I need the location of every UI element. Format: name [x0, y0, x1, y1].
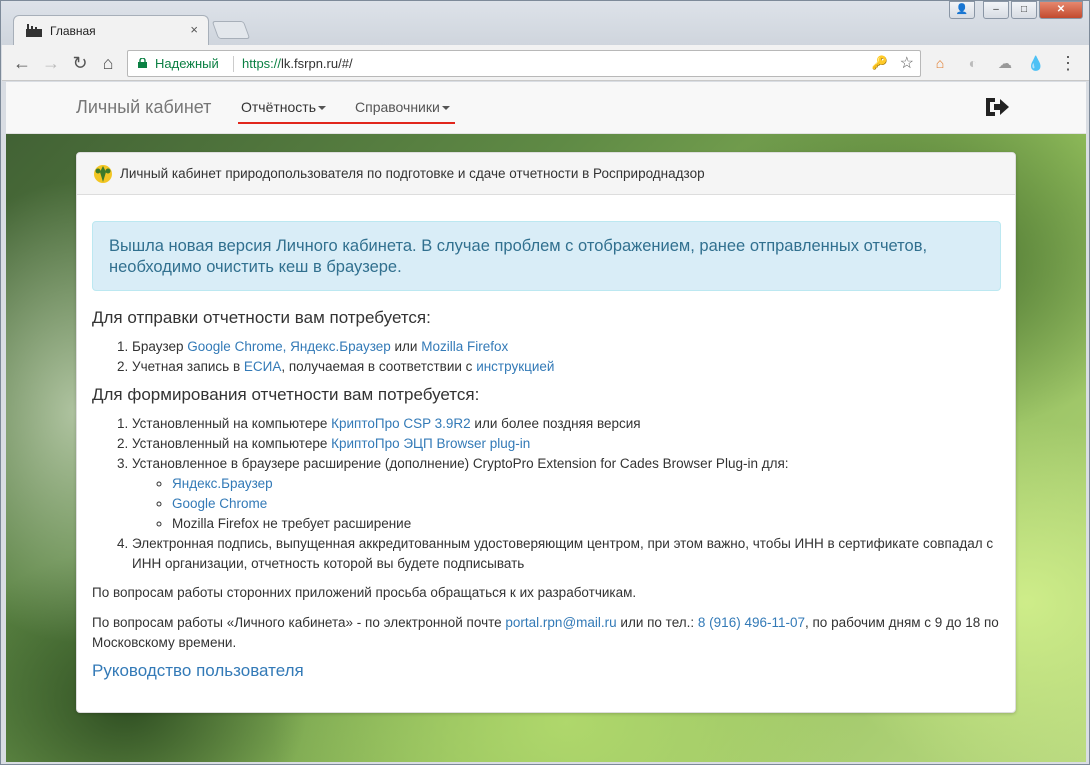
maximize-button[interactable]: □	[1011, 1, 1037, 19]
third-party-note: По вопросам работы сторонних приложений …	[92, 585, 637, 600]
omnibox-divider	[233, 56, 234, 72]
caret-down-icon	[441, 106, 450, 111]
section-create-title: Для формирования отчетности вам потребуе…	[92, 385, 480, 404]
list-item: Яндекс.Браузер	[172, 474, 1000, 494]
item-text: , получаемая в соответствии с	[281, 359, 477, 374]
support-email-link[interactable]: portal.rpn@mail.ru	[505, 615, 616, 630]
rosprirodnadzor-emblem-icon	[94, 165, 112, 183]
highlight-underline	[238, 122, 455, 124]
browser-window: Главная × 👤 – □ ✕ ← → ↻ ⌂ Надежный https…	[0, 0, 1090, 765]
list-item: Установленный на компьютере КриптоПро ЭЦ…	[132, 434, 1000, 454]
list-item: Учетная запись в ЕСИА, получаемая в соот…	[132, 357, 1000, 377]
minimize-button[interactable]: –	[983, 1, 1009, 19]
window-controls: 👤 – □ ✕	[949, 1, 1083, 19]
tab-strip: Главная × 👤 – □ ✕	[1, 1, 1089, 45]
page-content: Личный кабинет Отчётность Справочники Ли…	[6, 82, 1086, 762]
secure-label: Надежный	[155, 56, 219, 71]
tab-title: Главная	[50, 24, 96, 38]
reload-icon[interactable]: ↻	[69, 52, 91, 74]
logout-icon[interactable]	[984, 95, 1010, 119]
instruction-link[interactable]: инструкцией	[476, 359, 554, 374]
key-icon[interactable]: 🔑	[872, 55, 888, 71]
support-note: По вопросам работы «Личного кабинета» - …	[92, 613, 1000, 653]
url-scheme: https://	[242, 56, 282, 71]
firefox-link[interactable]: Mozilla Firefox	[421, 339, 508, 354]
list-item: Электронная подпись, выпущенная аккредит…	[132, 534, 1000, 574]
item-text: или	[390, 339, 422, 354]
lock-icon	[138, 58, 147, 68]
cloud-extension-icon[interactable]: ☁	[996, 54, 1014, 72]
url-text[interactable]: https://lk.fsrpn.ru/#/	[242, 56, 353, 71]
brand-link[interactable]: Личный кабинет	[76, 97, 211, 118]
item-text: или более поздняя версия	[470, 416, 641, 431]
back-arrow-icon[interactable]: ←	[11, 52, 33, 74]
note-text: или по тел.:	[616, 615, 698, 630]
section-send-title: Для отправки отчетности вам потребуется:	[92, 308, 431, 327]
site-navbar: Личный кабинет Отчётность Справочники	[6, 82, 1086, 134]
url-host: lk.fsrpn.ru/#/	[281, 56, 353, 71]
address-bar[interactable]: Надежный https://lk.fsrpn.ru/#/ 🔑 ☆	[127, 50, 921, 77]
panel-body: Вышла новая версия Личного кабинета. В с…	[77, 195, 1015, 681]
caret-down-icon	[318, 106, 327, 111]
list-item: Установленное в браузере расширение (доп…	[132, 454, 1000, 534]
nav-reports-dropdown[interactable]: Отчётность	[241, 99, 327, 115]
bookmark-star-icon[interactable]: ☆	[900, 53, 914, 73]
list-item: Браузер Google Chrome, Яндекс.Браузер ил…	[132, 337, 1000, 357]
new-tab-button[interactable]	[211, 21, 251, 39]
home-icon[interactable]: ⌂	[97, 52, 119, 74]
nav-reports-label: Отчётность	[241, 99, 317, 115]
home-extension-icon[interactable]: ⌂	[931, 54, 949, 72]
panel-heading: Личный кабинет природопользователя по по…	[77, 153, 1015, 195]
chrome-extension-link[interactable]: Google Chrome	[172, 496, 267, 511]
cryptopro-plugin-link[interactable]: КриптоПро ЭЦП Browser plug-in	[331, 436, 530, 451]
note-text: По вопросам работы «Личного кабинета» - …	[92, 615, 506, 630]
forward-arrow-icon[interactable]: →	[40, 52, 62, 74]
nav-directories-label: Справочники	[355, 99, 440, 115]
chrome-yandex-link[interactable]: Google Chrome, Яндекс.Браузер	[187, 339, 390, 354]
drop-extension-icon[interactable]: 💧	[1027, 54, 1045, 72]
panel-title: Личный кабинет природопользователя по по…	[120, 166, 705, 181]
factory-icon	[26, 24, 42, 37]
create-requirements-list: Установленный на компьютере КриптоПро CS…	[92, 414, 1000, 574]
item-text: Установленное в браузере расширение (доп…	[132, 456, 789, 471]
send-requirements-list: Браузер Google Chrome, Яндекс.Браузер ил…	[92, 337, 1000, 377]
profile-icon[interactable]: 👤	[949, 1, 975, 19]
close-window-button[interactable]: ✕	[1039, 1, 1083, 19]
nav-directories-dropdown[interactable]: Справочники	[355, 99, 450, 115]
item-text: Установленный на компьютере	[132, 416, 332, 431]
browser-toolbar: ← → ↻ ⌂ Надежный https://lk.fsrpn.ru/#/ …	[2, 45, 1089, 81]
item-text: Учетная запись в	[132, 359, 244, 374]
list-item: Установленный на компьютере КриптоПро CS…	[132, 414, 1000, 434]
support-phone-link[interactable]: 8 (916) 496-11-07	[698, 615, 805, 630]
cryptopro-csp-link[interactable]: КриптоПро CSP 3.9R2	[331, 416, 471, 431]
list-item: Google Chrome	[172, 494, 1000, 514]
browser-extension-list: Яндекс.Браузер Google Chrome Mozilla Fir…	[132, 474, 1000, 534]
yandex-extension-link[interactable]: Яндекс.Браузер	[172, 476, 273, 491]
item-text: Установленный на компьютере	[132, 436, 332, 451]
user-guide-link[interactable]: Руководство пользователя	[92, 661, 1000, 681]
info-alert: Вышла новая версия Личного кабинета. В с…	[92, 221, 1001, 291]
esia-link[interactable]: ЕСИА	[244, 359, 281, 374]
list-item: Mozilla Firefox не требует расширение	[172, 514, 1000, 534]
close-tab-icon[interactable]: ×	[190, 22, 198, 37]
extension-icon[interactable]: ◐	[964, 54, 982, 72]
item-text: Браузер	[132, 339, 188, 354]
main-panel: Личный кабинет природопользователя по по…	[76, 152, 1016, 713]
tab-home[interactable]: Главная ×	[13, 15, 209, 45]
browser-menu-icon[interactable]: ⋮	[1059, 54, 1077, 72]
